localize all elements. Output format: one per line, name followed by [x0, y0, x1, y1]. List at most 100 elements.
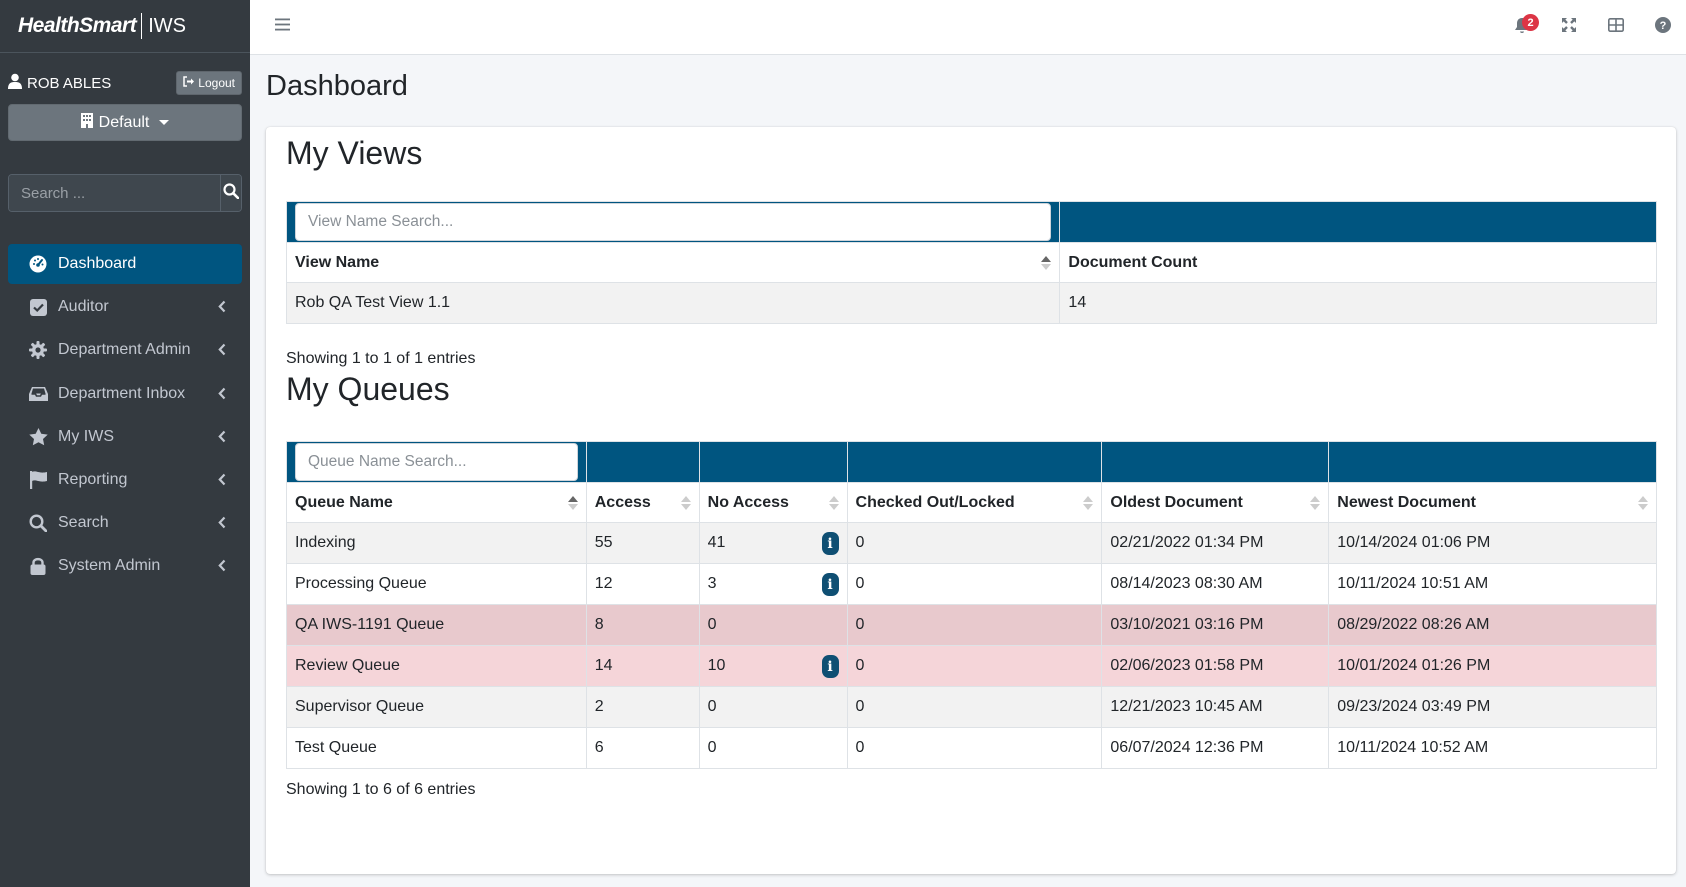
sidebar-item-reporting[interactable]: Reporting: [8, 460, 242, 500]
no-access-value: 10: [707, 657, 726, 674]
top-navbar: 2 ?: [250, 0, 1686, 55]
logout-button[interactable]: Logout: [176, 71, 242, 95]
grid-icon: [1607, 18, 1624, 37]
sidebar-item-my-iws[interactable]: My IWS: [8, 417, 242, 457]
column-header-checked-out[interactable]: Checked Out/Locked: [846, 482, 1103, 523]
queue-name-cell[interactable]: Processing Queue: [286, 563, 587, 605]
menu-toggle-button[interactable]: [275, 18, 290, 36]
access-cell: 6: [585, 727, 700, 769]
column-header-label: Newest Document: [1337, 493, 1476, 511]
column-header-newest-document[interactable]: Newest Document: [1328, 482, 1657, 523]
info-icon[interactable]: i: [821, 573, 839, 596]
chevron-left-icon: [218, 559, 226, 577]
sidebar-item-auditor[interactable]: Auditor: [8, 287, 242, 327]
page-title: Dashboard: [266, 70, 408, 102]
sidebar-item-label: Department Inbox: [58, 384, 186, 402]
queue-name-search-input[interactable]: [295, 443, 578, 481]
queues-filter-row: [286, 441, 1657, 483]
column-header-label: Checked Out/Locked: [855, 493, 1015, 511]
column-header-queue-name[interactable]: Queue Name: [286, 482, 587, 523]
expand-icon: [1561, 18, 1576, 37]
queue-name-cell[interactable]: Supervisor Queue: [286, 686, 587, 728]
oldest-document-cell: 06/07/2024 12:36 PM: [1101, 727, 1330, 769]
brand[interactable]: HealthSmart IWS: [0, 0, 250, 53]
sort-icon: [680, 496, 691, 510]
sidebar-item-label: Search: [58, 514, 109, 532]
no-access-cell: 0: [698, 727, 848, 769]
sort-ascending-icon: [1041, 256, 1052, 270]
views-table-info: Showing 1 to 1 of 1 entries: [286, 350, 476, 367]
no-access-value: 41: [707, 534, 726, 551]
no-access-cell: 10 i: [698, 645, 848, 687]
column-header-no-access[interactable]: No Access: [698, 482, 848, 523]
column-header-label: Queue Name: [295, 493, 393, 511]
queue-name-cell[interactable]: Review Queue: [286, 645, 587, 687]
sidebar: HealthSmart IWS ROB ABLES Logout Default: [0, 0, 250, 887]
sidebar-item-search[interactable]: Search: [8, 503, 242, 543]
user-panel: ROB ABLES Logout: [8, 70, 242, 96]
no-access-value: 0: [707, 698, 717, 715]
views-filter-cell: [285, 201, 1061, 243]
top-right-tools: 2 ?: [1498, 0, 1686, 55]
checked-out-cell: 0: [846, 645, 1103, 687]
chevron-left-icon: [218, 300, 226, 318]
info-icon[interactable]: i: [821, 655, 839, 678]
column-header-document-count[interactable]: Document Count: [1059, 242, 1657, 283]
queues-filter-empty-cell: [698, 441, 848, 483]
view-name-search-input[interactable]: [295, 203, 1052, 241]
building-icon: [80, 112, 93, 133]
table-row[interactable]: Rob QA Test View 1.1 14: [285, 282, 1657, 324]
info-icon[interactable]: i: [821, 532, 839, 555]
queue-name-cell[interactable]: QA IWS-1191 Queue: [286, 604, 587, 646]
sidebar-item-dashboard[interactable]: Dashboard: [8, 244, 242, 284]
checked-out-cell: 0: [846, 522, 1103, 564]
caret-down-icon: [159, 120, 170, 125]
sidebar-nav: Dashboard Auditor Department Admin Depar…: [8, 244, 242, 590]
brand-divider: [141, 13, 143, 39]
column-header-label: Document Count: [1068, 253, 1198, 271]
table-row[interactable]: Review Queue 14 10 i 0 02/06/2023 01:58 P…: [286, 645, 1657, 687]
oldest-document-cell: 02/06/2023 01:58 PM: [1101, 645, 1330, 687]
table-row[interactable]: Supervisor Queue 2 0 0 12/21/2023 10:45 …: [286, 686, 1657, 728]
queue-name-cell[interactable]: Indexing: [286, 522, 587, 564]
user-name: ROB ABLES: [27, 74, 112, 92]
table-row[interactable]: QA IWS-1191 Queue 8 0 0 03/10/2021 03:16…: [286, 604, 1657, 646]
column-header-view-name[interactable]: View Name: [285, 242, 1061, 283]
sort-icon: [1638, 496, 1648, 510]
lock-icon: [28, 556, 48, 576]
context-dropdown[interactable]: Default: [8, 104, 242, 141]
queues-filter-empty-cell: [1328, 441, 1657, 483]
no-access-cell: 0: [698, 604, 848, 646]
queue-name-cell[interactable]: Test Queue: [286, 727, 587, 769]
sidebar-search-button[interactable]: [220, 175, 241, 211]
chevron-left-icon: [218, 430, 226, 448]
chevron-left-icon: [218, 387, 226, 405]
layout-button[interactable]: [1592, 0, 1639, 55]
flag-icon: [28, 470, 48, 490]
views-table: View Name Document Count Rob QA Test Vie…: [285, 201, 1657, 324]
fullscreen-button[interactable]: [1545, 0, 1592, 55]
sidebar-item-label: My IWS: [58, 427, 114, 445]
column-header-label: Access: [594, 493, 651, 511]
table-row[interactable]: Processing Queue 12 3i 0 08/14/2023 08:3…: [286, 563, 1657, 605]
sidebar-item-system-admin[interactable]: System Admin: [8, 546, 242, 586]
sidebar-item-department-admin[interactable]: Department Admin: [8, 330, 242, 370]
table-row[interactable]: Indexing 55 41 i 0 02/21/2022 01:34 PM 10…: [286, 522, 1657, 564]
table-row[interactable]: Test Queue 6 0 0 06/07/2024 12:36 PM 10/…: [286, 727, 1657, 769]
user-icon: [8, 73, 22, 93]
sidebar-item-department-inbox[interactable]: Department Inbox: [8, 374, 242, 414]
sidebar-item-label: Reporting: [58, 470, 128, 488]
view-name-cell[interactable]: Rob QA Test View 1.1: [285, 282, 1061, 324]
notifications-button[interactable]: 2: [1498, 0, 1545, 55]
column-header-access[interactable]: Access: [585, 482, 700, 523]
no-access-cell: 3i: [698, 563, 848, 605]
oldest-document-cell: 02/21/2022 01:34 PM: [1101, 522, 1330, 564]
column-header-label: Oldest Document: [1110, 493, 1243, 511]
column-header-oldest-document[interactable]: Oldest Document: [1101, 482, 1330, 523]
hamburger-icon: [275, 18, 290, 35]
help-button[interactable]: ?: [1639, 0, 1686, 55]
dashboard-icon: [28, 254, 48, 274]
no-access-cell: 0: [698, 686, 848, 728]
checked-out-cell: 0: [846, 563, 1103, 605]
sidebar-search-input[interactable]: [9, 175, 220, 211]
